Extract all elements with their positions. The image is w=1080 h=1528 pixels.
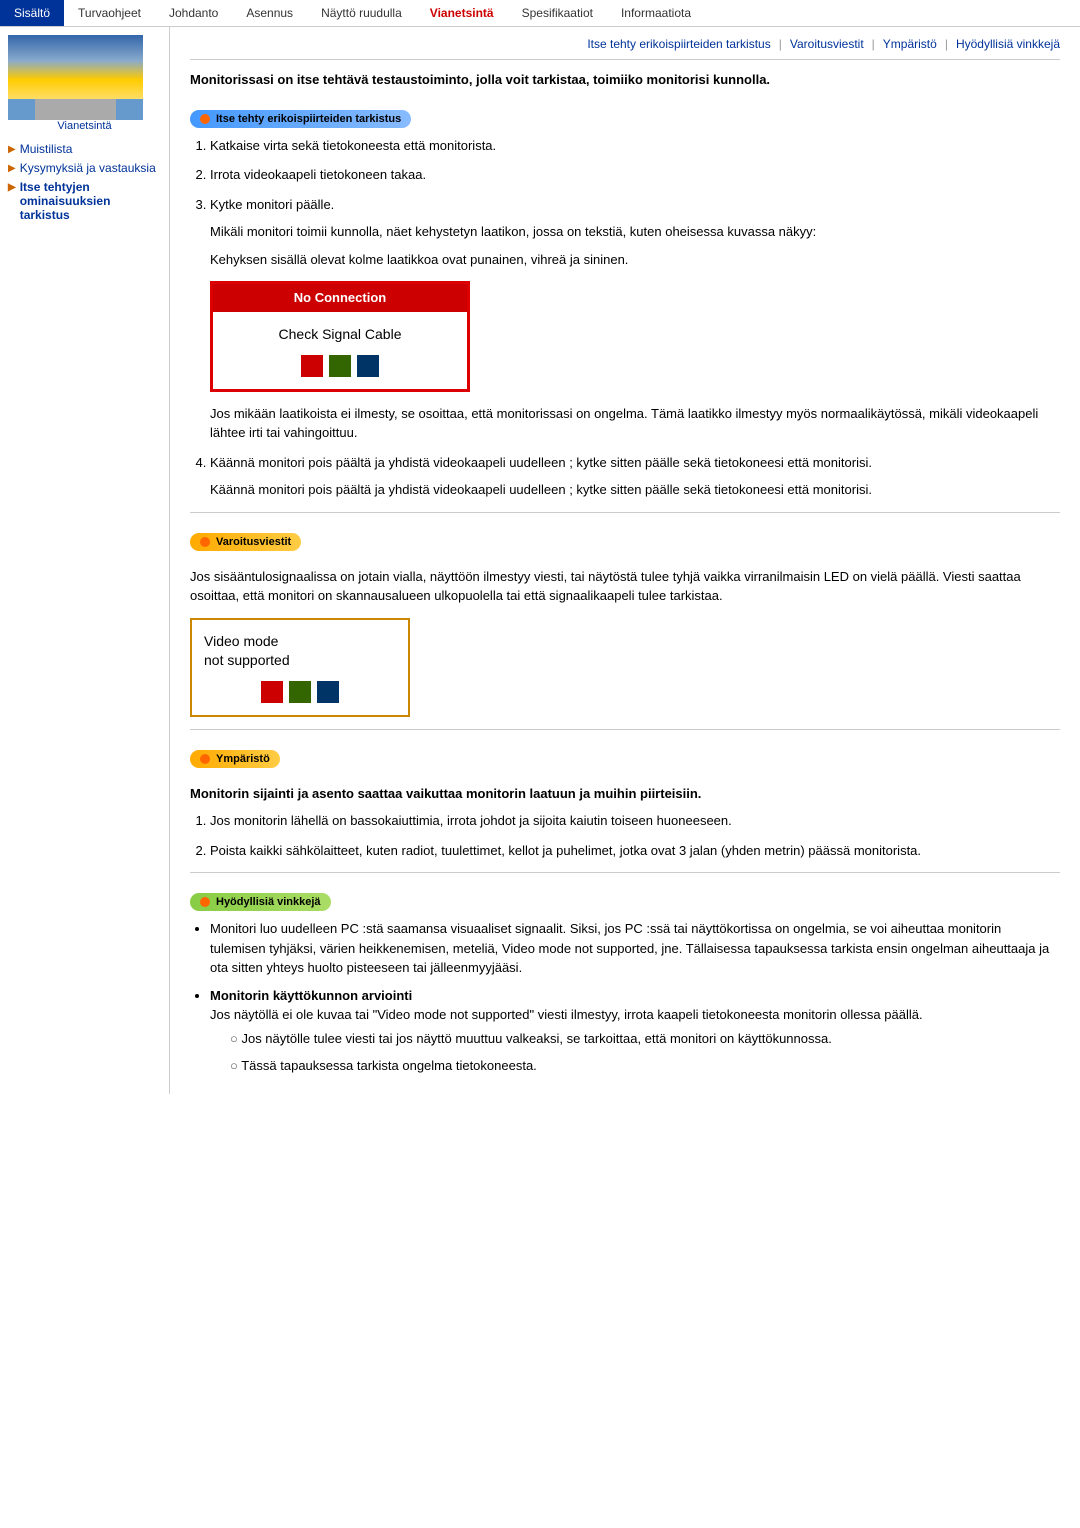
env-step-1-text: Jos monitorin lähellä on bassokaiuttimia… — [210, 813, 732, 828]
sidebar-item-kysymyksia[interactable]: ▶ Kysymyksiä ja vastauksia — [8, 161, 161, 175]
section3-dot — [200, 754, 210, 764]
nav-turvaohjeet[interactable]: Turvaohjeet — [64, 0, 155, 26]
separator: | — [779, 37, 782, 51]
nav-johdanto[interactable]: Johdanto — [155, 0, 232, 26]
main-layout: Vianetsintä ▶ Muistilista ▶ Kysymyksiä j… — [0, 27, 1080, 1094]
tips-list: Monitori luo uudelleen PC :stä saamansa … — [210, 919, 1060, 1076]
subnav-link-3[interactable]: Ympäristö — [883, 37, 937, 51]
steps-list: Katkaise virta sekä tietokoneesta että m… — [210, 136, 1060, 500]
nav-naytto[interactable]: Näyttö ruudulla — [307, 0, 416, 26]
subnav-link-1[interactable]: Itse tehty erikoispiirteiden tarkistus — [587, 37, 770, 51]
section2-button[interactable]: Varoitusviestit — [190, 533, 301, 551]
sidebar-link-label: Kysymyksiä ja vastauksia — [20, 161, 156, 175]
nav-sisalto[interactable]: Sisältö — [0, 0, 64, 26]
arrow-icon: ▶ — [8, 182, 16, 193]
tip-1: Monitori luo uudelleen PC :stä saamansa … — [210, 919, 1060, 978]
step3-note: Jos mikään laatikoista ei ilmesty, se os… — [210, 404, 1060, 443]
sidebar-label: Vianetsintä — [8, 120, 161, 132]
step-2-text: Irrota videokaapeli tietokoneen takaa. — [210, 167, 426, 182]
separator: | — [945, 37, 948, 51]
step-4: Käännä monitori pois päältä ja yhdistä v… — [210, 453, 1060, 500]
section1-label: Itse tehty erikoispiirteiden tarkistus — [216, 113, 401, 125]
color-squares — [225, 355, 455, 377]
nav-informaatiota[interactable]: Informaatiota — [607, 0, 705, 26]
sidebar-link-label: Muistilista — [20, 142, 73, 156]
monitor-box-body: Check Signal Cable — [213, 312, 467, 389]
no-connection-header: No Connection — [213, 284, 467, 312]
video-mode-line1: Video mode — [204, 633, 278, 649]
sidebar-item-muistilista[interactable]: ▶ Muistilista — [8, 142, 161, 156]
thumbnail-screen — [8, 35, 143, 99]
subnav-link-2[interactable]: Varoitusviestit — [790, 37, 864, 51]
subnav-link-4[interactable]: Hyödyllisiä vinkkejä — [956, 37, 1060, 51]
tips-subbullets: Jos näytölle tulee viesti tai jos näyttö… — [230, 1029, 1060, 1076]
step-1-text: Katkaise virta sekä tietokoneesta että m… — [210, 138, 496, 153]
env-step-2: Poista kaikki sähkölaitteet, kuten radio… — [210, 841, 1060, 861]
step-3-text: Kytke monitori päälle. — [210, 197, 334, 212]
arrow-icon: ▶ — [8, 163, 16, 174]
section2-dot — [200, 537, 210, 547]
section2-label: Varoitusviestit — [216, 536, 291, 548]
env-step-2-text: Poista kaikki sähkölaitteet, kuten radio… — [210, 843, 921, 858]
intro-text: Monitorissasi on itse tehtävä testaustoi… — [190, 70, 1060, 90]
divider-3 — [190, 872, 1060, 873]
top-navigation: Sisältö Turvaohjeet Johdanto Asennus Näy… — [0, 0, 1080, 27]
step3-para2: Kehyksen sisällä olevat kolme laatikkoa … — [210, 250, 1060, 270]
nav-spesifikaatiot[interactable]: Spesifikaatiot — [508, 0, 607, 26]
tips-subbullet-2-text: Tässä tapauksessa tarkista ongelma tieto… — [241, 1058, 537, 1073]
nav-asennus[interactable]: Asennus — [232, 0, 307, 26]
separator: | — [872, 37, 875, 51]
section1-dot — [200, 114, 210, 124]
check-signal-text: Check Signal Cable — [225, 324, 455, 345]
step-3: Kytke monitori päälle. Mikäli monitori t… — [210, 195, 1060, 443]
tip-2: Monitorin käyttökunnon arviointi Jos näy… — [210, 986, 1060, 1076]
step4-repeat: Käännä monitori pois päältä ja yhdistä v… — [210, 480, 1060, 500]
thumbnail-base — [35, 99, 116, 120]
section3-button[interactable]: Ympäristö — [190, 750, 280, 768]
env-heading: Monitorin sijainti ja asento saattaa vai… — [190, 784, 1060, 804]
video-mode-box: Video mode not supported — [190, 618, 410, 717]
video-mode-line2: not supported — [204, 652, 290, 668]
sidebar-thumbnail — [8, 35, 143, 120]
step-2: Irrota videokaapeli tietokoneen takaa. — [210, 165, 1060, 185]
square-green — [329, 355, 351, 377]
tip-2-para: Jos näytöllä ei ole kuvaa tai "Video mod… — [210, 1007, 923, 1022]
sidebar-item-itse-tehtyjen[interactable]: ▶ Itse tehtyjen ominaisuuksien tarkistus — [8, 180, 161, 222]
square-blue — [357, 355, 379, 377]
section1-button[interactable]: Itse tehty erikoispiirteiden tarkistus — [190, 110, 411, 128]
section4-dot — [200, 897, 210, 907]
tips-subbullet-1: Jos näytölle tulee viesti tai jos näyttö… — [230, 1029, 1060, 1049]
content-area: Itse tehty erikoispiirteiden tarkistus |… — [170, 27, 1080, 1094]
step-3-detail: Mikäli monitori toimii kunnolla, näet ke… — [210, 222, 1060, 443]
vsquare-green — [289, 681, 311, 703]
step3-para1: Mikäli monitori toimii kunnolla, näet ke… — [210, 222, 1060, 242]
vsquare-blue — [317, 681, 339, 703]
vsquare-red — [261, 681, 283, 703]
sidebar-link-label: Itse tehtyjen ominaisuuksien tarkistus — [20, 180, 161, 222]
tips-subbullet-1-text: Jos näytölle tulee viesti tai jos näyttö… — [241, 1031, 831, 1046]
video-mode-text: Video mode not supported — [204, 632, 396, 671]
square-red — [301, 355, 323, 377]
section4-button[interactable]: Hyödyllisiä vinkkejä — [190, 893, 331, 911]
tips-subbullet-2: Tässä tapauksessa tarkista ongelma tieto… — [230, 1056, 1060, 1076]
divider-1 — [190, 512, 1060, 513]
tip-2-heading: Monitorin käyttökunnon arviointi — [210, 988, 412, 1003]
tip-1-text: Monitori luo uudelleen PC :stä saamansa … — [210, 921, 1049, 975]
env-step-1: Jos monitorin lähellä on bassokaiuttimia… — [210, 811, 1060, 831]
nav-vianetsinta[interactable]: Vianetsintä — [416, 0, 508, 26]
video-color-squares — [204, 681, 396, 703]
step-1: Katkaise virta sekä tietokoneesta että m… — [210, 136, 1060, 156]
divider-2 — [190, 729, 1060, 730]
warning-para: Jos sisääntulosignaalissa on jotain vial… — [190, 567, 1060, 606]
section3-label: Ympäristö — [216, 753, 270, 765]
sidebar: Vianetsintä ▶ Muistilista ▶ Kysymyksiä j… — [0, 27, 170, 1094]
env-steps-list: Jos monitorin lähellä on bassokaiuttimia… — [210, 811, 1060, 860]
section4-label: Hyödyllisiä vinkkejä — [216, 896, 321, 908]
sub-navigation: Itse tehty erikoispiirteiden tarkistus |… — [190, 37, 1060, 60]
arrow-icon: ▶ — [8, 144, 16, 155]
no-connection-box: No Connection Check Signal Cable — [210, 281, 470, 392]
step-4-text: Käännä monitori pois päältä ja yhdistä v… — [210, 455, 872, 470]
